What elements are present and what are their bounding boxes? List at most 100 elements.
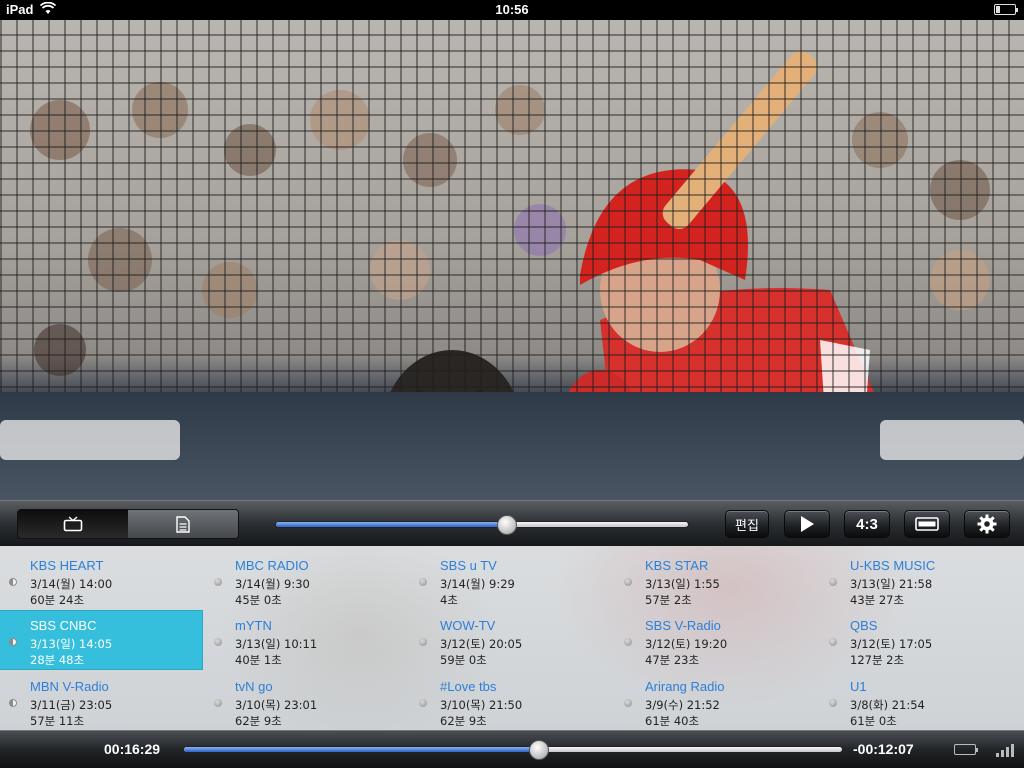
status-dot-icon	[9, 638, 17, 646]
recording-datetime: 3/12(토) 20:05	[440, 637, 523, 651]
channel-name: Arirang Radio	[645, 679, 725, 694]
edit-button[interactable]: 편집	[725, 510, 769, 538]
video-seek-thumb[interactable]	[496, 515, 517, 535]
channel-name: mYTN	[235, 618, 272, 633]
status-clock: 10:56	[495, 2, 529, 17]
playback-progress-bar: 00:16:29 -00:12:07	[0, 730, 1024, 768]
status-dot-icon	[419, 699, 427, 707]
signal-icon	[996, 743, 1018, 757]
recording-datetime: 3/10(목) 23:01	[235, 698, 318, 712]
channel-name: MBC RADIO	[235, 558, 309, 573]
channel-item[interactable]: mYTN 3/13(일) 10:11 40분 1초	[205, 611, 407, 669]
status-dot-icon	[829, 638, 837, 646]
recording-list: KBS HEART 3/14(월) 14:00 60분 24초 MBC RADIO 3/…	[0, 546, 1024, 730]
channel-name: SBS u TV	[440, 558, 497, 573]
channel-item[interactable]: SBS u TV 3/14(월) 9:29 4초	[410, 551, 612, 609]
recording-duration: 40분 1초	[235, 653, 282, 667]
battery-icon	[954, 744, 978, 755]
list-view-tab[interactable]	[128, 510, 238, 538]
status-dot-icon	[419, 578, 427, 586]
recording-duration: 45분 0초	[235, 593, 282, 607]
channel-item[interactable]: MBC RADIO 3/14(월) 9:30 45분 0초	[205, 551, 407, 609]
play-icon	[801, 516, 814, 532]
channel-name: U1	[850, 679, 867, 694]
recording-datetime: 3/14(월) 14:00	[30, 577, 113, 591]
channel-name: KBS HEART	[30, 558, 104, 573]
playback-thumb[interactable]	[529, 740, 550, 760]
channel-item[interactable]: tvN go 3/10(목) 23:01 62분 9초	[205, 672, 407, 730]
recording-duration: 62분 9초	[235, 714, 282, 728]
recording-datetime: 3/12(토) 17:05	[850, 637, 933, 651]
channel-item[interactable]: U1 3/8(화) 21:54 61분 0초	[820, 672, 1022, 730]
status-dot-icon	[214, 699, 222, 707]
status-dot-icon	[419, 638, 427, 646]
channel-name: SBS CNBC	[30, 618, 97, 633]
recording-datetime: 3/9(수) 21:52	[645, 698, 720, 712]
player-control-bar: 편집 4:3	[0, 500, 1024, 546]
gear-icon	[977, 514, 997, 534]
playback-fill	[184, 747, 540, 752]
channel-name: KBS STAR	[645, 558, 709, 573]
status-dot-icon	[214, 578, 222, 586]
status-bar: iPad 10:56	[0, 0, 1024, 20]
video-seek-fill	[276, 522, 507, 527]
recording-datetime: 3/13(일) 21:58	[850, 577, 933, 591]
recording-duration: 57분 11초	[30, 714, 85, 728]
recording-duration: 61분 0초	[850, 714, 897, 728]
battery-icon	[994, 4, 1018, 15]
channel-name: tvN go	[235, 679, 273, 694]
recording-duration: 47분 23초	[645, 653, 700, 667]
fullscreen-button[interactable]	[904, 510, 950, 538]
channel-item[interactable]: QBS 3/12(토) 17:05 127분 2초	[820, 611, 1022, 669]
channel-item[interactable]: U-KBS MUSIC 3/13(일) 21:58 43분 27초	[820, 551, 1022, 609]
recording-datetime: 3/14(월) 9:30	[235, 577, 310, 591]
recording-datetime: 3/12(토) 19:20	[645, 637, 728, 651]
channel-item[interactable]: MBN V-Radio 3/11(금) 23:05 57분 11초	[0, 672, 202, 730]
elapsed-time: 00:16:29	[104, 741, 161, 757]
remaining-time: -00:12:07	[853, 741, 914, 757]
status-dot-icon	[624, 578, 632, 586]
play-button[interactable]	[784, 510, 830, 538]
recording-duration: 4초	[440, 593, 458, 607]
recording-datetime: 3/13(일) 1:55	[645, 577, 720, 591]
video-player[interactable]	[0, 20, 1024, 500]
channel-item[interactable]: SBS V-Radio 3/12(토) 19:20 47분 23초	[615, 611, 817, 669]
status-dot-icon	[9, 578, 17, 586]
status-dot-icon	[624, 699, 632, 707]
recording-duration: 43분 27초	[850, 593, 905, 607]
tv-icon	[63, 516, 83, 532]
status-dot-icon	[829, 699, 837, 707]
status-dot-icon	[214, 638, 222, 646]
channel-name: #Love tbs	[440, 679, 497, 694]
channel-item[interactable]: KBS HEART 3/14(월) 14:00 60분 24초	[0, 551, 202, 609]
recording-duration: 59분 0초	[440, 653, 487, 667]
settings-button[interactable]	[964, 510, 1010, 538]
channel-name: WOW-TV	[440, 618, 496, 633]
channel-item[interactable]: WOW-TV 3/12(토) 20:05 59분 0초	[410, 611, 612, 669]
channel-item[interactable]: Arirang Radio 3/9(수) 21:52 61분 40초	[615, 672, 817, 730]
recording-datetime: 3/13(일) 10:11	[235, 637, 318, 651]
recording-duration: 60분 24초	[30, 593, 85, 607]
document-icon	[176, 515, 190, 533]
channel-item[interactable]: SBS CNBC 3/13(일) 14:05 28분 48초	[0, 611, 202, 669]
channel-name: QBS	[850, 618, 878, 633]
tv-view-tab[interactable]	[18, 510, 128, 538]
channel-item[interactable]: #Love tbs 3/10(목) 21:50 62분 9초	[410, 672, 612, 730]
recording-datetime: 3/11(금) 23:05	[30, 698, 113, 712]
aspect-ratio-button[interactable]: 4:3	[844, 510, 890, 538]
recording-datetime: 3/10(목) 21:50	[440, 698, 523, 712]
status-dot-icon	[829, 578, 837, 586]
playback-slider[interactable]	[183, 740, 843, 760]
channel-name: MBN V-Radio	[30, 679, 109, 694]
recording-duration: 127분 2초	[850, 653, 905, 667]
widescreen-icon	[915, 517, 939, 531]
recording-duration: 61분 40초	[645, 714, 700, 728]
recording-duration: 28분 48초	[30, 653, 85, 667]
channel-item[interactable]: KBS STAR 3/13(일) 1:55 57분 2초	[615, 551, 817, 609]
video-seek-slider[interactable]	[275, 515, 689, 535]
recording-datetime: 3/8(화) 21:54	[850, 698, 925, 712]
view-segmented-control	[17, 509, 239, 539]
channel-name: U-KBS MUSIC	[850, 558, 936, 573]
recording-duration: 62분 9초	[440, 714, 487, 728]
recording-datetime: 3/14(월) 9:29	[440, 577, 515, 591]
